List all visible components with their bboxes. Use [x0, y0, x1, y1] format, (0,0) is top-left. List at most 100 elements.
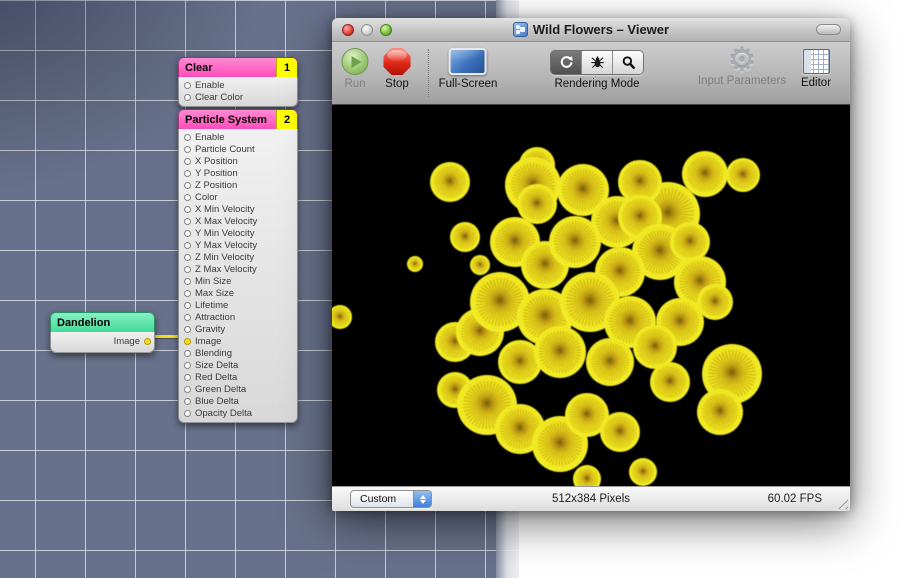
port-row[interactable]: Min Size	[179, 275, 297, 287]
patch-particle-system[interactable]: Particle System 2 EnableParticle CountX …	[178, 109, 298, 423]
run-icon	[342, 48, 369, 75]
patch-clear[interactable]: Clear 1 EnableClear Color	[178, 57, 298, 107]
port-dot[interactable]	[184, 206, 191, 213]
stop-button[interactable]: Stop	[384, 48, 411, 90]
port-row[interactable]: Attraction	[179, 311, 297, 323]
toolbar-toggle-pill[interactable]	[816, 24, 841, 35]
port-row[interactable]: Z Max Velocity	[179, 263, 297, 275]
port-row[interactable]: Y Position	[179, 167, 297, 179]
port-row[interactable]: Enable	[179, 131, 297, 143]
viewer-statusbar: Custom 512x384 Pixels 60.02 FPS	[332, 486, 850, 511]
patch-particle-system-header[interactable]: Particle System 2	[178, 109, 298, 129]
port-dot[interactable]	[184, 242, 191, 249]
fps-counter: 60.02 FPS	[768, 493, 822, 505]
patch-dandelion[interactable]: Dandelion Image	[50, 312, 155, 353]
port-row[interactable]: Y Min Velocity	[179, 227, 297, 239]
dandelion-particle	[600, 412, 640, 452]
port-row[interactable]: Y Max Velocity	[179, 239, 297, 251]
port-dot[interactable]	[184, 254, 191, 261]
output-port-dot[interactable]	[144, 338, 151, 345]
port-dot[interactable]	[184, 398, 191, 405]
port-dot[interactable]	[184, 374, 191, 381]
patch-dandelion-header[interactable]: Dandelion	[50, 312, 155, 332]
port-row[interactable]: Green Delta	[179, 383, 297, 395]
port-row[interactable]: X Min Velocity	[179, 203, 297, 215]
port-label: X Max Velocity	[195, 216, 257, 227]
port-dot[interactable]	[184, 146, 191, 153]
patch-particle-system-badge: 2	[276, 110, 297, 129]
port-dot[interactable]	[184, 194, 191, 201]
port-label: Red Delta	[195, 372, 237, 383]
dandelion-particle	[573, 465, 601, 486]
port-row[interactable]: Opacity Delta	[179, 407, 297, 419]
port-row[interactable]: Particle Count	[179, 143, 297, 155]
port-dot[interactable]	[184, 170, 191, 177]
port-dot[interactable]	[184, 302, 191, 309]
port-dot[interactable]	[184, 362, 191, 369]
render-mode-segment[interactable]	[551, 51, 582, 74]
port-label: Green Delta	[195, 384, 246, 395]
debug-mode-segment[interactable]	[582, 51, 613, 74]
port-row[interactable]: Blue Delta	[179, 395, 297, 407]
dandelion-particle	[430, 162, 470, 202]
run-button[interactable]: Run	[342, 48, 369, 90]
port-dot[interactable]	[184, 218, 191, 225]
port-row[interactable]: Lifetime	[179, 299, 297, 311]
port-label: Min Size	[195, 276, 231, 287]
fullscreen-label: Full-Screen	[439, 78, 498, 90]
editor-button[interactable]: Editor	[801, 49, 831, 89]
port-dot[interactable]	[184, 278, 191, 285]
port-row[interactable]: Clear Color	[179, 91, 297, 103]
inspect-mode-segment[interactable]	[613, 51, 643, 74]
port-dot[interactable]	[184, 410, 191, 417]
viewer-titlebar[interactable]: Wild Flowers – Viewer	[332, 18, 850, 42]
window-title: Wild Flowers – Viewer	[533, 22, 669, 37]
port-row[interactable]: Blending	[179, 347, 297, 359]
port-row[interactable]: Enable	[179, 79, 297, 91]
port-dot[interactable]	[184, 230, 191, 237]
port-dot[interactable]	[184, 134, 191, 141]
viewer-window: Wild Flowers – Viewer Run Stop Full-Scre…	[332, 18, 850, 508]
port-label: Image	[195, 336, 221, 347]
input-parameters-button[interactable]: ⚙ Input Parameters	[698, 45, 786, 87]
port-dot[interactable]	[184, 266, 191, 273]
port-row[interactable]: Max Size	[179, 287, 297, 299]
port-dot[interactable]	[184, 326, 191, 333]
port-label: Gravity	[195, 324, 225, 335]
close-button[interactable]	[342, 24, 354, 36]
port-label: Lifetime	[195, 300, 228, 311]
port-row[interactable]: Size Delta	[179, 359, 297, 371]
patch-clear-header[interactable]: Clear 1	[178, 57, 298, 77]
port-label: Y Max Velocity	[195, 240, 257, 251]
input-parameters-label: Input Parameters	[698, 75, 786, 87]
port-row[interactable]: Gravity	[179, 323, 297, 335]
port-dot[interactable]	[184, 314, 191, 321]
composition-doc-icon	[513, 22, 528, 37]
port-row[interactable]: Color	[179, 191, 297, 203]
port-row[interactable]: Image	[179, 335, 297, 347]
fullscreen-button[interactable]: Full-Screen	[439, 48, 498, 90]
dandelion-image-output-port[interactable]: Image	[51, 334, 154, 349]
port-dot[interactable]	[184, 338, 191, 345]
dandelion-particle	[726, 158, 760, 192]
port-row[interactable]: X Position	[179, 155, 297, 167]
port-label: Z Max Velocity	[195, 264, 257, 275]
port-row[interactable]: Red Delta	[179, 371, 297, 383]
port-row[interactable]: Z Min Velocity	[179, 251, 297, 263]
dandelion-particle	[650, 362, 690, 402]
port-dot[interactable]	[184, 158, 191, 165]
port-dot[interactable]	[184, 290, 191, 297]
port-dot[interactable]	[184, 386, 191, 393]
port-row[interactable]: Z Position	[179, 179, 297, 191]
dandelion-particle	[629, 458, 657, 486]
port-label: Image	[114, 336, 140, 347]
port-dot[interactable]	[184, 82, 191, 89]
port-dot[interactable]	[184, 94, 191, 101]
zoom-button[interactable]	[380, 24, 392, 36]
dandelion-particle	[407, 256, 423, 272]
port-dot[interactable]	[184, 182, 191, 189]
minimize-button[interactable]	[361, 24, 373, 36]
port-dot[interactable]	[184, 350, 191, 357]
port-row[interactable]: X Max Velocity	[179, 215, 297, 227]
port-label: Color	[195, 192, 218, 203]
